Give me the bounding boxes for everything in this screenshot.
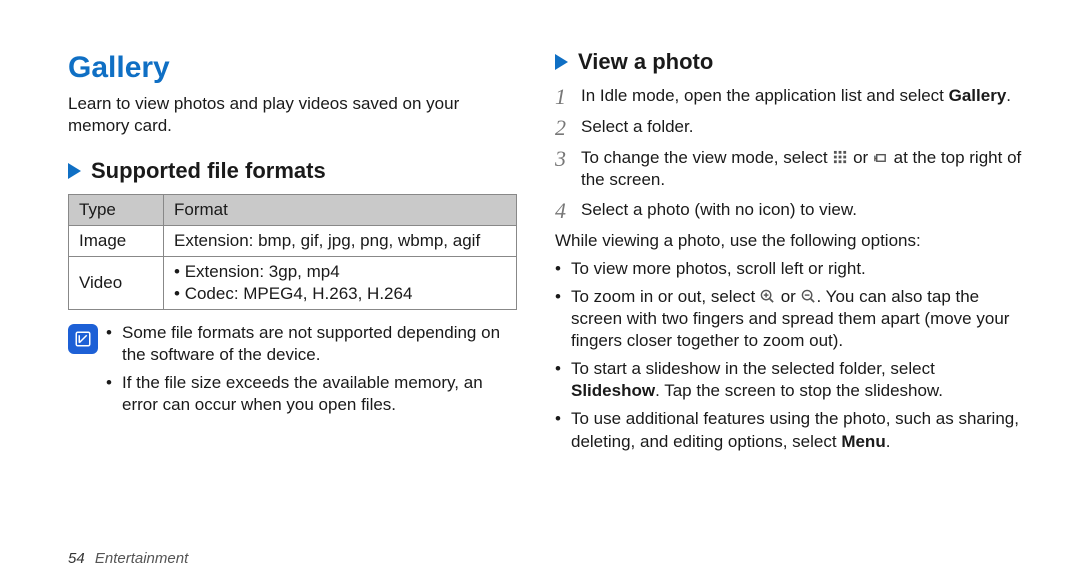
table-row: Video Extension: 3gp, mp4 Codec: MPEG4, … bbox=[69, 256, 517, 309]
zoom-in-icon bbox=[760, 289, 776, 303]
step-4: 4 Select a photo (with no icon) to view. bbox=[555, 199, 1022, 222]
options-lead: While viewing a photo, use the following… bbox=[555, 230, 1022, 252]
option-item-2: To zoom in or out, select or . You can a… bbox=[555, 286, 1022, 352]
note-icon bbox=[68, 324, 98, 354]
step-text: To change the view mode, select or at th… bbox=[581, 147, 1022, 191]
step-text: Select a folder. bbox=[581, 116, 1022, 138]
step-text: In Idle mode, open the application list … bbox=[581, 85, 1022, 107]
note-item-1: Some file formats are not supported depe… bbox=[106, 322, 517, 366]
video-bullet-1: Extension: 3gp, mp4 bbox=[174, 261, 506, 283]
grid-view-icon bbox=[832, 150, 848, 164]
chevron-right-icon bbox=[68, 163, 81, 179]
section-heading-formats: Supported file formats bbox=[68, 157, 517, 186]
page-title: Gallery bbox=[68, 48, 517, 87]
section-heading-text: View a photo bbox=[578, 48, 713, 77]
intro-text: Learn to view photos and play videos sav… bbox=[68, 93, 517, 137]
footer-section: Entertainment bbox=[95, 550, 188, 567]
step-3: 3 To change the view mode, select or at … bbox=[555, 147, 1022, 191]
left-column: Gallery Learn to view photos and play vi… bbox=[68, 48, 545, 566]
td-image-type: Image bbox=[69, 225, 164, 256]
page-root: Gallery Learn to view photos and play vi… bbox=[0, 0, 1080, 586]
th-type: Type bbox=[69, 194, 164, 225]
page-number: 54 bbox=[68, 550, 85, 567]
section-heading-text: Supported file formats bbox=[91, 157, 326, 186]
note-block: Some file formats are not supported depe… bbox=[68, 322, 517, 422]
step-number: 1 bbox=[555, 85, 581, 108]
steps-list: 1 In Idle mode, open the application lis… bbox=[555, 85, 1022, 230]
step-1: 1 In Idle mode, open the application lis… bbox=[555, 85, 1022, 108]
step-number: 4 bbox=[555, 199, 581, 222]
step-2: 2 Select a folder. bbox=[555, 116, 1022, 139]
note-list: Some file formats are not supported depe… bbox=[106, 322, 517, 422]
option-item-3: To start a slideshow in the selected fol… bbox=[555, 358, 1022, 402]
step-number: 3 bbox=[555, 147, 581, 170]
video-bullet-2: Codec: MPEG4, H.263, H.264 bbox=[174, 283, 506, 305]
options-list: To view more photos, scroll left or righ… bbox=[555, 258, 1022, 459]
section-heading-view: View a photo bbox=[555, 48, 1022, 77]
stack-view-icon bbox=[873, 150, 889, 164]
chevron-right-icon bbox=[555, 54, 568, 70]
option-item-1: To view more photos, scroll left or righ… bbox=[555, 258, 1022, 280]
td-video-type: Video bbox=[69, 256, 164, 309]
table-row: Type Format bbox=[69, 194, 517, 225]
zoom-out-icon bbox=[801, 289, 817, 303]
formats-table: Type Format Image Extension: bmp, gif, j… bbox=[68, 194, 517, 310]
note-item-2: If the file size exceeds the available m… bbox=[106, 372, 517, 416]
page-footer: 54 Entertainment bbox=[68, 549, 188, 569]
option-item-4: To use additional features using the pho… bbox=[555, 408, 1022, 452]
th-format: Format bbox=[164, 194, 517, 225]
table-row: Image Extension: bmp, gif, jpg, png, wbm… bbox=[69, 225, 517, 256]
td-image-format: Extension: bmp, gif, jpg, png, wbmp, agi… bbox=[164, 225, 517, 256]
step-text: Select a photo (with no icon) to view. bbox=[581, 199, 1022, 221]
right-column: View a photo 1 In Idle mode, open the ap… bbox=[545, 48, 1022, 566]
step-number: 2 bbox=[555, 116, 581, 139]
td-video-format: Extension: 3gp, mp4 Codec: MPEG4, H.263,… bbox=[164, 256, 517, 309]
